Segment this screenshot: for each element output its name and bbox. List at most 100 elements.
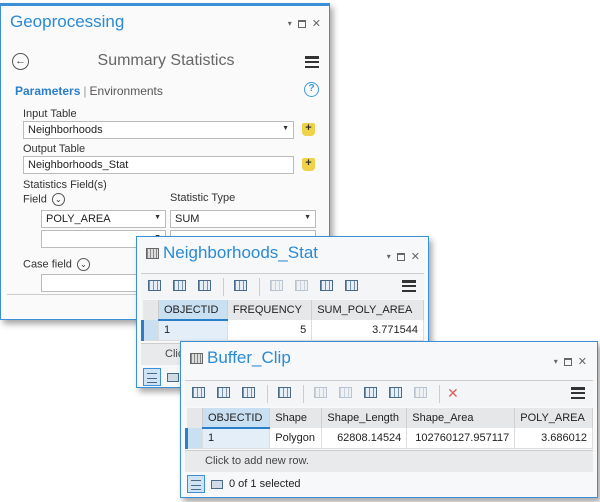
delete-selected-icon[interactable]: ✕ — [447, 385, 459, 402]
delete-field-icon[interactable] — [172, 279, 189, 294]
header-row: OBJECTID FREQUENCY SUM_POLY_AREA — [142, 300, 424, 321]
table-menu-icon[interactable] — [402, 280, 416, 292]
pane-controls: ▾ ✕ — [288, 17, 321, 30]
window-controls: ▾ ✕ — [387, 250, 420, 263]
menu-icon[interactable] — [305, 56, 319, 68]
pin-icon[interactable]: ▾ — [387, 252, 391, 261]
tab-parameters[interactable]: Parameters — [15, 84, 80, 98]
column-header[interactable]: OBJECTID — [158, 300, 228, 321]
switch-selection-icon[interactable] — [319, 279, 336, 294]
tabs: Parameters | Environments — [15, 84, 163, 98]
case-field-label: Case field ⌄ — [23, 258, 90, 271]
case-field-label-text: Case field — [23, 258, 72, 271]
help-icon[interactable]: ? — [304, 82, 319, 97]
pan-to-selection-icon[interactable] — [294, 279, 311, 294]
status-bar: 0 of 1 selected — [187, 475, 301, 493]
selection-menu-icon[interactable] — [277, 386, 294, 401]
pan-to-selection-icon[interactable] — [338, 386, 355, 401]
input-table-label: Input Table — [23, 108, 77, 120]
browse-folder-icon[interactable]: + — [302, 158, 315, 171]
tab-separator: | — [83, 84, 87, 98]
cell[interactable]: 3.771544 — [311, 320, 424, 341]
tool-title: Summary Statistics — [97, 52, 235, 69]
selection-count: 0 of 1 selected — [229, 478, 301, 490]
status-bar — [143, 368, 179, 386]
show-all-records-icon[interactable] — [143, 368, 161, 386]
add-field-icon[interactable] — [147, 279, 164, 294]
maximize-icon[interactable] — [563, 357, 572, 366]
toolbar-separator — [439, 384, 440, 403]
dropdown-arrow-icon[interactable]: ▼ — [282, 125, 289, 132]
show-selected-records-icon[interactable] — [167, 372, 179, 382]
toolbar-separator — [267, 384, 268, 403]
row-header[interactable] — [185, 428, 203, 449]
column-header[interactable]: Shape_Length — [321, 408, 408, 428]
header-row: OBJECTID Shape Shape_Length Shape_Area P… — [186, 408, 593, 429]
output-table-label: Output Table — [23, 143, 86, 155]
table-row[interactable]: 1 5 3.771544 — [141, 320, 424, 341]
maximize-icon[interactable] — [396, 252, 405, 261]
dropdown-arrow-icon[interactable]: ▼ — [154, 214, 161, 221]
maximize-icon[interactable] — [297, 19, 306, 28]
pin-icon[interactable]: ▾ — [288, 19, 292, 28]
table-title: Buffer_Clip — [207, 348, 291, 367]
toolbar-separator — [223, 277, 224, 296]
column-header[interactable]: Shape_Area — [406, 408, 516, 428]
column-header[interactable]: SUM_POLY_AREA — [311, 300, 424, 320]
column-header[interactable]: Shape — [269, 408, 323, 428]
cell[interactable]: 1 — [158, 320, 228, 341]
calculate-field-icon[interactable] — [241, 386, 258, 401]
table-toolbar — [141, 273, 424, 299]
switch-selection-icon[interactable] — [363, 386, 380, 401]
cell[interactable]: 1 — [202, 428, 271, 449]
expand-chevron-icon[interactable]: ⌄ — [51, 193, 65, 206]
show-all-records-icon[interactable] — [187, 475, 205, 493]
input-table-value: Neighborhoods — [28, 124, 103, 136]
cell[interactable]: 62808.14524 — [321, 428, 408, 449]
output-table-input[interactable]: Neighborhoods_Stat — [23, 156, 294, 174]
clear-selection-icon[interactable] — [388, 386, 405, 401]
pin-icon[interactable]: ▾ — [554, 357, 558, 366]
table-icon — [190, 353, 203, 364]
row-header[interactable] — [141, 320, 159, 341]
field-select[interactable]: POLY_AREA ▼ — [41, 210, 166, 228]
table-icon — [146, 248, 159, 259]
data-table: OBJECTID Shape Shape_Length Shape_Area P… — [185, 408, 593, 449]
statistic-type-label: Statistic Type — [170, 192, 236, 204]
select-all-corner[interactable] — [142, 300, 159, 320]
cell[interactable]: 5 — [227, 320, 313, 341]
select-all-corner[interactable] — [186, 408, 203, 428]
zoom-to-selection-icon[interactable] — [269, 279, 286, 294]
clear-selection-icon[interactable] — [344, 279, 361, 294]
output-table-value: Neighborhoods_Stat — [28, 159, 129, 171]
toolbar-separator — [259, 277, 260, 296]
close-icon[interactable]: ✕ — [312, 17, 321, 30]
column-header[interactable]: POLY_AREA — [514, 408, 593, 428]
copy-selection-icon[interactable] — [413, 386, 430, 401]
cell[interactable]: 3.686012 — [514, 428, 593, 449]
add-field-icon[interactable] — [191, 386, 208, 401]
input-table-select[interactable]: Neighborhoods ▼ — [23, 121, 294, 139]
column-header[interactable]: FREQUENCY — [227, 300, 313, 320]
close-icon[interactable]: ✕ — [578, 355, 587, 368]
column-header[interactable]: OBJECTID — [202, 408, 271, 429]
tab-environments[interactable]: Environments — [90, 84, 163, 98]
field-label: Field ⌄ — [23, 193, 65, 206]
table-menu-icon[interactable] — [571, 387, 585, 399]
add-row-bar[interactable]: Click to add new row. — [185, 450, 593, 472]
field-value: POLY_AREA — [46, 213, 111, 225]
browse-folder-icon[interactable]: + — [302, 123, 315, 136]
close-icon[interactable]: ✕ — [411, 250, 420, 263]
cell[interactable]: 102760127.957117 — [406, 428, 516, 449]
selection-menu-icon[interactable] — [233, 279, 250, 294]
pane-title: Geoprocessing — [10, 12, 125, 31]
expand-chevron-icon[interactable]: ⌄ — [76, 258, 90, 271]
dropdown-arrow-icon[interactable]: ▼ — [304, 214, 311, 221]
statistic-type-select[interactable]: SUM ▼ — [170, 210, 316, 228]
cell[interactable]: Polygon — [269, 428, 323, 449]
delete-field-icon[interactable] — [216, 386, 233, 401]
calculate-field-icon[interactable] — [197, 279, 214, 294]
table-row[interactable]: 1 Polygon 62808.14524 102760127.957117 3… — [185, 428, 593, 449]
zoom-to-selection-icon[interactable] — [313, 386, 330, 401]
show-selected-records-icon[interactable] — [211, 479, 223, 489]
